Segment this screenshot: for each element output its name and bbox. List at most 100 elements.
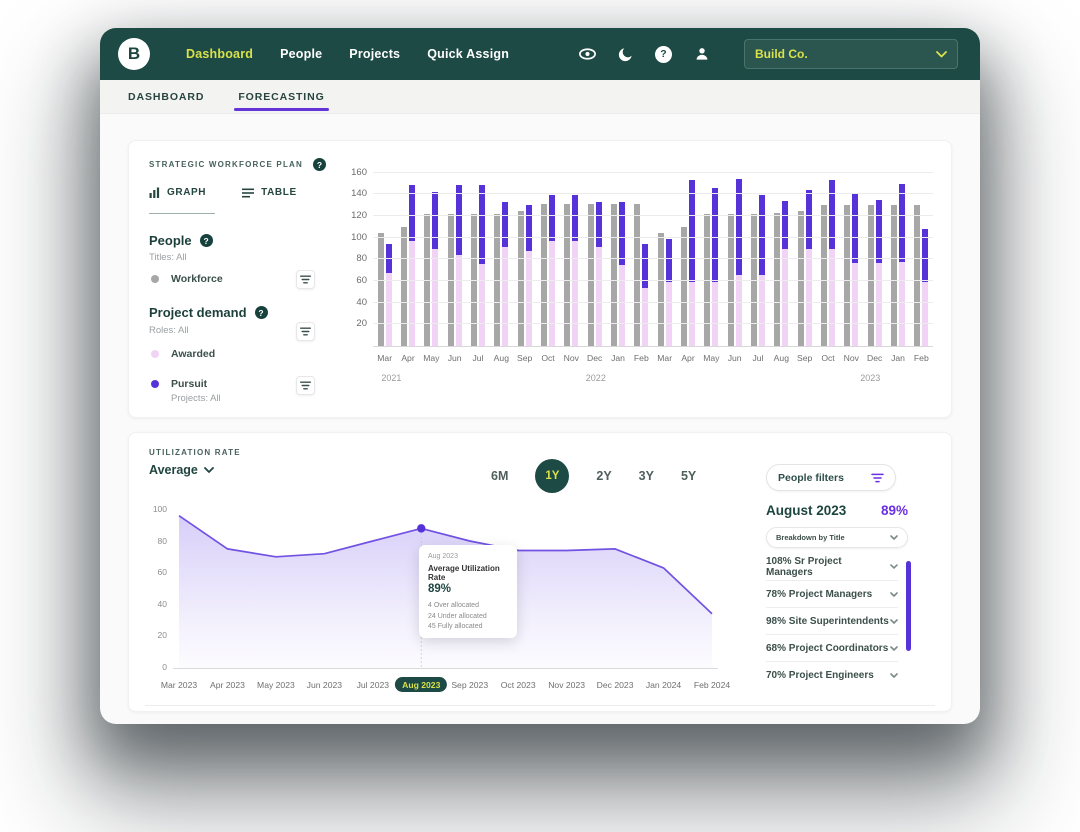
bar-group[interactable] [560,165,583,346]
help-icon[interactable]: ? [654,46,673,63]
nav-item-quick-assign[interactable]: Quick Assign [427,47,509,61]
breakdown-row[interactable]: 108% Sr Project Managers [766,553,898,580]
highlight-point[interactable] [417,524,425,532]
bar-group[interactable] [653,165,676,346]
range-3y[interactable]: 3Y [639,469,654,483]
bar-group[interactable] [700,165,723,346]
view-toggle: GRAPH TABLE [149,187,297,198]
moon-icon[interactable] [616,46,635,63]
company-selector[interactable]: Build Co. [744,39,958,69]
awarded-bar-segment [596,247,602,346]
legend-awarded: Awarded [151,348,215,360]
workforce-plan-card: STRATEGIC WORKFORCE PLAN ? GRAPH TABLE [128,140,952,418]
bar-group[interactable] [793,165,816,346]
x-axis-label: Feb 2024 [694,680,730,690]
bar-group[interactable] [816,165,839,346]
workforce-bar [844,205,850,346]
workforce-bar [378,233,384,346]
user-icon[interactable] [692,46,711,63]
x-axis-label: Jan [891,353,905,363]
x-axis-label: Mar [377,353,392,363]
breakdown-selector[interactable]: Breakdown by Title [766,527,908,548]
awarded-bar-segment [432,249,438,347]
toggle-table[interactable]: TABLE [242,187,297,198]
bar-group[interactable] [886,165,909,346]
breakdown-row[interactable]: 68% Project Coordinators [766,634,898,661]
roles-filter-button[interactable] [296,322,315,341]
y-axis-tick: 40 [147,599,167,609]
year-label: 2023 [860,373,880,383]
bar-group[interactable] [513,165,536,346]
x-axis-label: Sep [797,353,812,363]
nav-actions: ? Build Co. [578,39,968,69]
workforce-plan-title: STRATEGIC WORKFORCE PLAN [149,160,303,169]
y-axis-tick: 20 [147,630,167,640]
metric-selector[interactable]: Average [149,463,214,477]
bar-group[interactable] [396,165,419,346]
bar-chart-icon [149,187,160,198]
awarded-bar-segment [829,249,835,347]
toggle-graph[interactable]: GRAPH [149,187,206,198]
tab-forecasting[interactable]: FORECASTING [238,80,324,113]
bar-group[interactable] [910,165,933,346]
awarded-bar-segment [572,241,578,346]
breakdown-row[interactable]: 98% Site Superintendents [766,607,898,634]
y-axis-tick: 60 [339,275,367,286]
range-5y[interactable]: 5Y [681,469,696,483]
awarded-bar-segment [876,263,882,346]
bar-group[interactable] [723,165,746,346]
tab-dashboard[interactable]: DASHBOARD [128,80,204,113]
x-axis-label: Sep 2023 [451,680,488,690]
workforce-filter-button[interactable] [296,270,315,289]
breakdown-row[interactable]: 78% Project Managers [766,580,898,607]
pursuit-bar-segment [876,200,882,263]
pursuit-bar-segment [549,195,555,241]
tooltip-detail: 4 Over allocated [428,602,508,609]
bar-group[interactable] [466,165,489,346]
awarded-bar-segment [782,249,788,347]
chevron-down-icon [936,51,947,58]
gridline [373,323,933,324]
bar-group[interactable] [606,165,629,346]
bar-group[interactable] [863,165,886,346]
people-filters-button[interactable]: People filters [766,464,896,491]
bar-group[interactable] [420,165,443,346]
nav-item-people[interactable]: People [280,47,322,61]
bar-group[interactable] [630,165,653,346]
pursuit-bar-segment [806,190,812,249]
bar-group[interactable] [583,165,606,346]
nav-item-dashboard[interactable]: Dashboard [186,47,253,61]
pursuit-bar-segment [782,201,788,249]
workforce-plan-help-icon[interactable]: ? [313,158,326,171]
bar-group[interactable] [840,165,863,346]
nav-item-projects[interactable]: Projects [349,47,400,61]
bar-group[interactable] [490,165,513,346]
bar-chart-plot[interactable]: 20406080100120140160 [373,165,933,347]
awarded-bar-segment [409,241,415,346]
brand-logo[interactable]: B [118,38,150,70]
x-axis-label: Nov 2023 [548,680,585,690]
breakdown-scrollbar[interactable] [906,561,911,651]
bar-chart-year-labels: 202120222023 [339,373,939,386]
workforce-bar [658,233,664,346]
breakdown-row[interactable]: 70% Project Engineers [766,661,898,688]
x-axis-label: Feb [914,353,929,363]
people-help-icon[interactable]: ? [200,234,213,247]
x-axis-label: Aug [774,353,789,363]
range-6m[interactable]: 6M [491,469,508,483]
legend-pursuit: Pursuit [151,378,207,390]
bar-group[interactable] [536,165,559,346]
pursuit-filter-button[interactable] [296,376,315,395]
bar-group[interactable] [373,165,396,346]
range-1y[interactable]: 1Y [535,459,569,493]
gridline [373,258,933,259]
range-2y[interactable]: 2Y [596,469,611,483]
eye-icon[interactable] [578,46,597,63]
x-axis-label-highlighted[interactable]: Aug 2023 [395,677,447,692]
bar-group[interactable] [770,165,793,346]
bar-group[interactable] [746,165,769,346]
tooltip-detail: 45 Fully allocated [428,623,508,630]
bar-group[interactable] [443,165,466,346]
project-demand-help-icon[interactable]: ? [255,306,268,319]
bar-group[interactable] [676,165,699,346]
